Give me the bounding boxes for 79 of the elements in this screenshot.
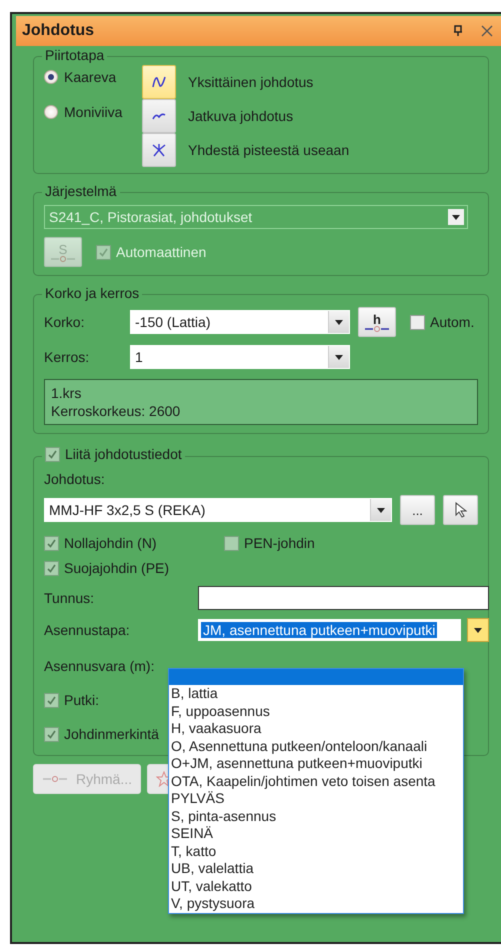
checkbox[interactable] [44, 726, 59, 742]
style-label: Jatkuva johdotus [188, 108, 294, 124]
checkbox[interactable] [44, 560, 59, 576]
checkbox-label: Automaattinen [116, 244, 206, 260]
style-button[interactable] [142, 65, 176, 99]
checkbox[interactable] [44, 692, 59, 708]
checkmark-icon [46, 562, 57, 574]
cable-dropdown[interactable]: MMJ-HF 3x2,5 S (REKA) [44, 498, 392, 522]
group-title: Korko ja kerros [45, 285, 140, 301]
caret-icon [377, 508, 385, 512]
checkmark-icon [98, 246, 109, 258]
group-title: Piirtotapa [45, 47, 104, 63]
group-title: Järjestelmä [45, 183, 117, 199]
checkmark-icon [46, 694, 57, 706]
checkbox-label: PEN-johdin [244, 535, 315, 551]
list-option[interactable]: S, pinta-asennus [169, 808, 463, 825]
list-option[interactable]: F, uppoasennus [169, 702, 463, 720]
branch-icon [152, 143, 166, 157]
list-option[interactable]: UT, valekatto [169, 878, 463, 895]
checkbox[interactable] [44, 536, 59, 550]
list-option[interactable]: O+JM, asennettuna putkeen+muoviputki [169, 755, 463, 772]
radio-button[interactable] [44, 70, 58, 84]
radio-button[interactable] [44, 105, 58, 119]
list-option[interactable]: V, pystysuora [169, 895, 463, 912]
caret-icon [452, 214, 460, 220]
field-label: Asennusvara (m): [44, 658, 154, 674]
field-label: Kerros: [44, 349, 90, 365]
radio-option[interactable]: Moniviiva [44, 104, 128, 120]
pin-icon[interactable] [453, 25, 463, 37]
checkmark-icon [47, 448, 58, 460]
field-label: Asennustapa: [44, 622, 131, 638]
style-label: Yksittäinen johdotus [188, 74, 314, 90]
checkbox[interactable] [224, 536, 239, 550]
field-label: Korko: [44, 314, 86, 330]
checkbox[interactable] [410, 314, 425, 330]
list-option[interactable]: B, lattia [169, 685, 463, 702]
cursor-icon [454, 502, 466, 518]
style-label: Yhdestä pisteestä useaan [188, 142, 350, 158]
checkmark-icon [46, 728, 57, 740]
zigzag-icon [152, 76, 166, 88]
field-label: Johdotus: [44, 471, 105, 487]
radio-option[interactable]: Kaareva [44, 69, 128, 85]
pick-button[interactable] [443, 495, 478, 525]
floor-dropdown[interactable]: 1 [130, 345, 350, 369]
list-option[interactable]: H, vaakasuora [169, 720, 463, 738]
checkbox-label: Autom. [430, 314, 474, 330]
caret-icon [335, 354, 343, 360]
list-option[interactable]: UB, valelattia [169, 860, 463, 878]
radio-label: Kaareva [64, 69, 116, 85]
field-label: Tunnus: [44, 590, 96, 606]
list-option[interactable]: OTA, Kaapelin/johtimen veto toisen asenta [169, 772, 463, 790]
checkbox-label: Suojajohdin (PE) [64, 560, 170, 576]
window-title: Johdotus [22, 22, 95, 40]
connector-icon [364, 326, 390, 332]
info-text: Kerroskorkeus: 2600 [51, 402, 182, 420]
connector-icon [50, 256, 76, 262]
connector-icon [42, 776, 68, 782]
curve-icon [152, 112, 166, 120]
height-dropdown[interactable]: -150 (Lattia) [130, 310, 350, 334]
checkmark-icon [46, 538, 57, 548]
info-text: 1.krs [51, 384, 82, 402]
list-option[interactable]: O, Asennettuna putkeen/onteloon/kanaali [169, 738, 463, 755]
checkbox[interactable] [45, 446, 60, 462]
checkbox-label: Nollajohdin (N) [64, 535, 157, 551]
checkbox-label: Johdinmerkintä [64, 726, 159, 742]
height-button[interactable]: h [358, 307, 396, 337]
browse-button[interactable]: ... [400, 495, 435, 525]
id-input[interactable] [198, 586, 489, 610]
caret-icon [335, 320, 343, 324]
close-icon[interactable] [481, 25, 493, 37]
list-option[interactable]: PYLVÄS [169, 790, 463, 808]
list-option[interactable]: SEINÄ [169, 825, 463, 842]
style-button[interactable] [142, 133, 176, 167]
checkbox-label: Liitä johdotustiedot [65, 446, 182, 462]
checkbox-label: Putki: [64, 692, 100, 708]
selected-value: JM, asennettuna putkeen+muoviputki [201, 622, 438, 638]
list-option[interactable]: T, katto [169, 842, 463, 860]
caret-icon [474, 628, 482, 632]
radio-label: Moniviiva [64, 104, 122, 120]
